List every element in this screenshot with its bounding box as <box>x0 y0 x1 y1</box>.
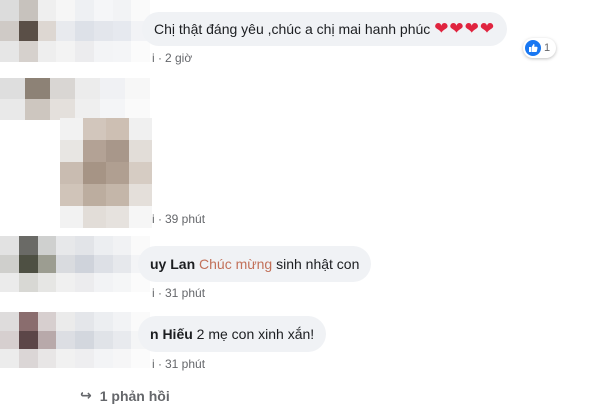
comment-time[interactable]: 31 phút <box>165 286 205 300</box>
blurred-avatar-3 <box>0 236 150 292</box>
comment-meta: i · 31 phút <box>152 357 205 371</box>
blurred-image <box>60 118 152 228</box>
meta-separator: i · <box>152 286 162 300</box>
comment-time[interactable]: 39 phút <box>165 212 205 226</box>
reaction-badge[interactable]: 1 <box>523 38 557 58</box>
comment-bubble: n Hiếu 2 mẹ con xinh xắn! <box>138 316 327 352</box>
meta-separator: i · <box>152 357 162 371</box>
meta-separator: i · <box>152 212 162 226</box>
comment-time[interactable]: 2 giờ <box>165 51 192 65</box>
like-icon <box>525 40 541 56</box>
commenter-name[interactable]: n Hiếu <box>150 326 193 342</box>
comment-time[interactable]: 31 phút <box>165 357 205 371</box>
comment-bubble: uy Lan Chúc mừng sinh nhật con <box>138 246 372 282</box>
comment-text: Chị thật đáng yêu ,chúc a chị mai hanh p… <box>154 21 431 37</box>
comment-meta: i · 31 phút <box>152 286 205 300</box>
comment-bubble: Chị thật đáng yêu ,chúc a chị mai hanh p… <box>142 12 508 46</box>
reply-arrow-icon: ↩ <box>80 387 92 403</box>
comment-text: sinh nhật con <box>276 256 360 272</box>
meta-separator: i · <box>152 51 162 65</box>
replies-label: 1 phản hồi <box>99 387 170 404</box>
comment-text: 2 mẹ con xinh xắn! <box>196 326 315 342</box>
heart-emoji: ❤❤❤❤ <box>434 19 496 38</box>
reaction-count: 1 <box>544 42 551 54</box>
comment-meta: i · 39 phút <box>152 212 205 226</box>
blurred-avatar-4 <box>0 312 150 368</box>
blurred-avatar-2 <box>0 78 150 120</box>
blurred-avatar-1 <box>0 0 150 62</box>
comment-tag[interactable]: Chúc mừng <box>199 256 272 272</box>
comment-meta: i · 2 giờ <box>152 51 192 65</box>
commenter-name[interactable]: uy Lan <box>150 256 195 272</box>
view-replies-link[interactable]: ↩ 1 phản hồi <box>80 387 170 404</box>
